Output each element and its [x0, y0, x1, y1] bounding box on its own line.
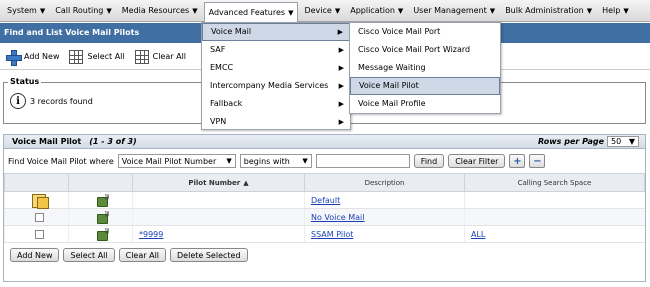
menu-system[interactable]: System ▼ — [3, 2, 49, 20]
col-calling-search-space[interactable]: Calling Search Space — [464, 173, 645, 192]
css-cell — [464, 191, 645, 209]
search-input[interactable] — [315, 154, 410, 168]
advanced-features-menu: Voice Mail ▶ SAF ▶ EMCC ▶ Intercompany Medi… — [201, 22, 351, 130]
chevron-down-icon: ▼ — [586, 6, 593, 15]
chevron-down-icon: ▼ — [39, 6, 46, 15]
search-field-select[interactable]: Voice Mail Pilot Number ▼ — [117, 154, 236, 168]
description-link[interactable]: SSAM Pilot — [311, 230, 353, 239]
menu-advanced-features[interactable]: Advanced Features ▼ — [203, 1, 299, 23]
menu-application[interactable]: Application ▼ — [346, 2, 407, 20]
clear-all-button[interactable]: Clear All — [134, 49, 186, 64]
css-link[interactable]: ALL — [471, 230, 485, 239]
menu-item-fallback[interactable]: Fallback ▶ — [202, 95, 350, 113]
chevron-down-icon: ▼ — [334, 6, 341, 15]
select-all-bottom-button[interactable]: Select All — [63, 248, 115, 262]
menu-item-voice-mail-pilot[interactable]: Voice Mail Pilot — [350, 77, 500, 95]
chevron-down-icon: ▼ — [106, 6, 112, 15]
row-checkbox[interactable] — [35, 212, 44, 222]
menu-item-voice-mail[interactable]: Voice Mail ▶ — [202, 23, 350, 41]
clear-filter-button[interactable]: Clear Filter — [448, 154, 506, 168]
col-pilot-number[interactable]: Pilot Number ▲ — [132, 173, 305, 192]
menu-item-intercompany-media-services[interactable]: Intercompany Media Services ▶ — [202, 77, 350, 95]
chevron-down-icon: ▼ — [192, 6, 198, 15]
chevron-right-icon: ▶ — [338, 64, 344, 72]
chevron-down-icon: ▼ — [302, 157, 308, 165]
menu-user-management[interactable]: User Management ▼ — [409, 2, 499, 20]
chevron-down-icon: ▼ — [397, 6, 404, 15]
default-pilot-icon — [31, 193, 49, 209]
remove-filter-button[interactable]: − — [529, 154, 546, 168]
chevron-down-icon: ▼ — [489, 6, 496, 15]
select-all-icon — [69, 49, 84, 64]
table-row: *9999 SSAM Pilot ALL — [4, 225, 645, 243]
sort-asc-icon: ▲ — [243, 178, 249, 187]
voice-mail-pilot-panel: Voice Mail Pilot (1 - 3 of 3) Rows per P… — [3, 134, 646, 282]
table-row: No Voice Mail — [4, 208, 645, 226]
pilot-number-cell — [132, 208, 305, 226]
menu-bulk-administration[interactable]: Bulk Administration ▼ — [501, 2, 596, 20]
add-new-bottom-button[interactable]: Add New — [10, 248, 60, 262]
record-count: (1 - 3 of 3) — [89, 137, 137, 146]
col-select — [4, 173, 69, 192]
voicemail-icon — [96, 194, 111, 207]
clear-all-icon — [134, 49, 149, 64]
menu-call-routing[interactable]: Call Routing ▼ — [51, 2, 116, 20]
menu-item-message-waiting[interactable]: Message Waiting — [350, 59, 500, 77]
info-icon: i — [10, 93, 26, 109]
menu-help[interactable]: Help ▼ — [598, 2, 633, 20]
description-link[interactable]: Default — [311, 196, 340, 205]
chevron-down-icon: ▼ — [226, 157, 232, 165]
menu-item-emcc[interactable]: EMCC ▶ — [202, 59, 350, 77]
add-new-button[interactable]: Add New — [6, 49, 59, 66]
main-menubar: System ▼ Call Routing ▼ Media Resources ▼ A… — [0, 0, 650, 23]
menu-media-resources[interactable]: Media Resources ▼ — [118, 2, 202, 20]
clear-all-bottom-button[interactable]: Clear All — [118, 248, 167, 262]
menu-item-cisco-voice-mail-port[interactable]: Cisco Voice Mail Port — [350, 23, 500, 41]
search-row: Find Voice Mail Pilot where Voice Mail P… — [4, 149, 645, 173]
menu-item-vpn[interactable]: VPN ▶ — [202, 113, 350, 131]
rows-per-page-select[interactable]: 50 ▼ — [607, 136, 639, 147]
chevron-right-icon: ▶ — [338, 100, 344, 108]
col-description[interactable]: Description — [304, 173, 465, 192]
panel-title: Voice Mail Pilot — [12, 137, 82, 146]
menu-item-cisco-voice-mail-port-wizard[interactable]: Cisco Voice Mail Port Wizard — [350, 41, 500, 59]
find-label: Find Voice Mail Pilot where — [8, 156, 114, 166]
chevron-right-icon: ▶ — [337, 28, 343, 36]
row-checkbox[interactable] — [35, 229, 44, 239]
chevron-right-icon: ▶ — [338, 118, 344, 126]
menu-device[interactable]: Device ▼ — [300, 2, 344, 20]
voicemail-icon — [96, 211, 111, 224]
chevron-down-icon: ▼ — [623, 6, 629, 15]
add-filter-button[interactable]: + — [509, 154, 526, 168]
chevron-right-icon: ▶ — [338, 46, 344, 54]
chevron-down-icon: ▼ — [628, 137, 635, 146]
description-link[interactable]: No Voice Mail — [311, 213, 365, 222]
delete-selected-button[interactable]: Delete Selected — [170, 248, 248, 262]
pilot-number-link[interactable]: *9999 — [139, 230, 163, 239]
panel-header: Voice Mail Pilot (1 - 3 of 3) Rows per P… — [4, 135, 645, 149]
css-cell — [464, 208, 645, 226]
chevron-right-icon: ▶ — [338, 82, 344, 90]
voice-mail-submenu: Cisco Voice Mail Port Cisco Voice Mail P… — [349, 22, 501, 114]
status-legend: Status — [8, 77, 42, 86]
pilot-table: Pilot Number ▲ Description Calling Search… — [4, 173, 645, 243]
voicemail-icon — [96, 228, 111, 241]
bottom-buttons: Add New Select All Clear All Delete Sele… — [4, 243, 645, 267]
pilot-number-cell — [132, 191, 305, 209]
chevron-down-icon: ▼ — [288, 8, 294, 17]
menu-item-saf[interactable]: SAF ▶ — [202, 41, 350, 59]
find-button[interactable]: Find — [413, 154, 445, 168]
table-row: Default — [4, 191, 645, 209]
col-icon — [68, 173, 133, 192]
rows-per-page: Rows per Page 50 ▼ — [538, 136, 639, 147]
search-operator-select[interactable]: begins with ▼ — [239, 154, 312, 168]
status-message: 3 records found — [30, 96, 93, 106]
menu-item-voice-mail-profile[interactable]: Voice Mail Profile — [350, 95, 500, 113]
select-all-button[interactable]: Select All — [69, 49, 125, 64]
add-icon — [6, 49, 22, 66]
